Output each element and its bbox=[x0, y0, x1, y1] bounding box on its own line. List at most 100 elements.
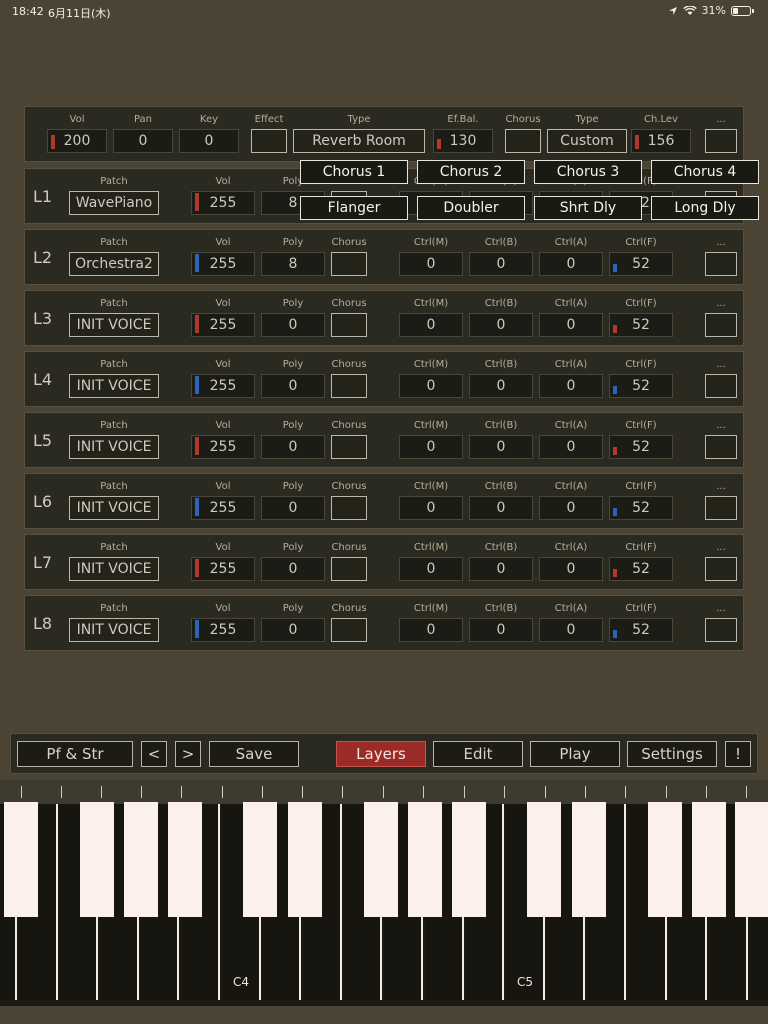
layer-more-button[interactable] bbox=[705, 618, 737, 642]
layer-vol-field[interactable]: 255 bbox=[191, 191, 255, 215]
layer-poly-field[interactable]: 0 bbox=[261, 496, 325, 520]
layer-vol-field[interactable]: 255 bbox=[191, 618, 255, 642]
layer-ctrl-b-field[interactable]: 0 bbox=[469, 435, 533, 459]
chorus-menu-item[interactable]: Chorus 1 bbox=[300, 160, 408, 184]
tab-play[interactable]: Play bbox=[530, 741, 620, 767]
effect-toggle[interactable] bbox=[251, 129, 287, 153]
black-key[interactable] bbox=[243, 802, 277, 917]
info-button[interactable]: ! bbox=[725, 741, 751, 767]
layer-vol-field[interactable]: 255 bbox=[191, 374, 255, 398]
next-preset-button[interactable]: > bbox=[175, 741, 201, 767]
layer-more-button[interactable] bbox=[705, 252, 737, 276]
chorus-menu-item[interactable]: Shrt Dly bbox=[534, 196, 642, 220]
master-pan-field[interactable]: 0 bbox=[113, 129, 173, 153]
layer-ctrl-f-field[interactable]: 52 bbox=[609, 496, 673, 520]
layer-poly-field[interactable]: 0 bbox=[261, 618, 325, 642]
chorus-menu-item[interactable]: Long Dly bbox=[651, 196, 759, 220]
tab-layers[interactable]: Layers bbox=[336, 741, 426, 767]
layer-ctrl-m-field[interactable]: 0 bbox=[399, 618, 463, 642]
patch-select[interactable]: INIT VOICE bbox=[69, 313, 159, 337]
layer-ctrl-b-field[interactable]: 0 bbox=[469, 618, 533, 642]
patch-select[interactable]: WavePiano bbox=[69, 191, 159, 215]
layer-ctrl-a-field[interactable]: 0 bbox=[539, 496, 603, 520]
layer-chorus-toggle[interactable] bbox=[331, 374, 367, 398]
layer-ctrl-a-field[interactable]: 0 bbox=[539, 374, 603, 398]
black-key[interactable] bbox=[452, 802, 486, 917]
save-button[interactable]: Save bbox=[209, 741, 299, 767]
layer-vol-field[interactable]: 255 bbox=[191, 313, 255, 337]
black-key[interactable] bbox=[80, 802, 114, 917]
layer-ctrl-a-field[interactable]: 0 bbox=[539, 618, 603, 642]
header-more-button[interactable] bbox=[705, 129, 737, 153]
layer-ctrl-f-field[interactable]: 52 bbox=[609, 313, 673, 337]
layer-ctrl-b-field[interactable]: 0 bbox=[469, 557, 533, 581]
layer-vol-field[interactable]: 255 bbox=[191, 496, 255, 520]
piano-keyboard[interactable]: C4 C5 bbox=[0, 780, 768, 1024]
chorus-type-select[interactable]: Custom bbox=[547, 129, 627, 153]
black-key[interactable] bbox=[572, 802, 606, 917]
layer-chorus-toggle[interactable] bbox=[331, 313, 367, 337]
chorus-menu-item[interactable]: Chorus 2 bbox=[417, 160, 525, 184]
patch-select[interactable]: INIT VOICE bbox=[69, 435, 159, 459]
chorus-level-field[interactable]: 156 bbox=[631, 129, 691, 153]
keyboard-scroll-strip[interactable] bbox=[0, 780, 768, 804]
layer-more-button[interactable] bbox=[705, 435, 737, 459]
layer-chorus-toggle[interactable] bbox=[331, 496, 367, 520]
layer-ctrl-b-field[interactable]: 0 bbox=[469, 313, 533, 337]
black-key[interactable] bbox=[288, 802, 322, 917]
layer-vol-field[interactable]: 255 bbox=[191, 557, 255, 581]
effect-balance-field[interactable]: 130 bbox=[433, 129, 493, 153]
layer-more-button[interactable] bbox=[705, 496, 737, 520]
layer-ctrl-f-field[interactable]: 52 bbox=[609, 374, 673, 398]
patch-select[interactable]: INIT VOICE bbox=[69, 496, 159, 520]
layer-poly-field[interactable]: 0 bbox=[261, 435, 325, 459]
chorus-menu-item[interactable]: Chorus 4 bbox=[651, 160, 759, 184]
chorus-menu-item[interactable]: Chorus 3 bbox=[534, 160, 642, 184]
chorus-menu-item[interactable]: Doubler bbox=[417, 196, 525, 220]
black-key[interactable] bbox=[124, 802, 158, 917]
patch-select[interactable]: INIT VOICE bbox=[69, 557, 159, 581]
layer-ctrl-f-field[interactable]: 52 bbox=[609, 252, 673, 276]
effect-type-select[interactable]: Reverb Room bbox=[293, 129, 425, 153]
black-key[interactable] bbox=[4, 802, 38, 917]
prev-preset-button[interactable]: < bbox=[141, 741, 167, 767]
master-vol-field[interactable]: 200 bbox=[47, 129, 107, 153]
black-key[interactable] bbox=[168, 802, 202, 917]
tab-settings[interactable]: Settings bbox=[627, 741, 717, 767]
tab-edit[interactable]: Edit bbox=[433, 741, 523, 767]
layer-ctrl-a-field[interactable]: 0 bbox=[539, 435, 603, 459]
layer-chorus-toggle[interactable] bbox=[331, 435, 367, 459]
layer-ctrl-m-field[interactable]: 0 bbox=[399, 252, 463, 276]
layer-ctrl-m-field[interactable]: 0 bbox=[399, 496, 463, 520]
layer-vol-field[interactable]: 255 bbox=[191, 435, 255, 459]
layer-more-button[interactable] bbox=[705, 557, 737, 581]
layer-chorus-toggle[interactable] bbox=[331, 557, 367, 581]
black-key[interactable] bbox=[408, 802, 442, 917]
layer-ctrl-m-field[interactable]: 0 bbox=[399, 557, 463, 581]
black-key[interactable] bbox=[692, 802, 726, 917]
chorus-toggle[interactable] bbox=[505, 129, 541, 153]
layer-chorus-toggle[interactable] bbox=[331, 618, 367, 642]
layer-chorus-toggle[interactable] bbox=[331, 252, 367, 276]
patch-select[interactable]: INIT VOICE bbox=[69, 618, 159, 642]
layer-ctrl-a-field[interactable]: 0 bbox=[539, 313, 603, 337]
chorus-menu-item[interactable]: Flanger bbox=[300, 196, 408, 220]
layer-ctrl-f-field[interactable]: 52 bbox=[609, 618, 673, 642]
layer-more-button[interactable] bbox=[705, 374, 737, 398]
preset-name-button[interactable]: Pf & Str bbox=[17, 741, 133, 767]
black-key[interactable] bbox=[735, 802, 768, 917]
layer-poly-field[interactable]: 0 bbox=[261, 313, 325, 337]
master-key-field[interactable]: 0 bbox=[179, 129, 239, 153]
layer-vol-field[interactable]: 255 bbox=[191, 252, 255, 276]
black-key[interactable] bbox=[648, 802, 682, 917]
layer-ctrl-m-field[interactable]: 0 bbox=[399, 313, 463, 337]
patch-select[interactable]: Orchestra2 bbox=[69, 252, 159, 276]
layer-ctrl-a-field[interactable]: 0 bbox=[539, 252, 603, 276]
layer-poly-field[interactable]: 8 bbox=[261, 252, 325, 276]
layer-ctrl-a-field[interactable]: 0 bbox=[539, 557, 603, 581]
layer-more-button[interactable] bbox=[705, 313, 737, 337]
patch-select[interactable]: INIT VOICE bbox=[69, 374, 159, 398]
black-key[interactable] bbox=[527, 802, 561, 917]
layer-ctrl-b-field[interactable]: 0 bbox=[469, 252, 533, 276]
layer-ctrl-b-field[interactable]: 0 bbox=[469, 374, 533, 398]
